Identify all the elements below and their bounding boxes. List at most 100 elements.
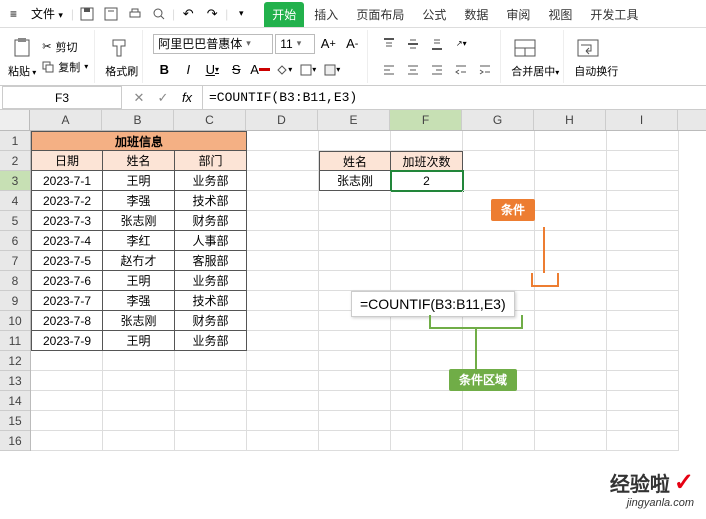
cell[interactable]: 财务部 [175,311,247,331]
cell[interactable] [247,371,319,391]
cell[interactable] [535,311,607,331]
cell-grid[interactable]: 加班信息 日期 姓名 部门 姓名 加班次数 2023-7-1 王明 业务部 张志… [31,131,679,451]
tab-view[interactable]: 视图 [540,2,580,27]
app-menu-btn[interactable]: ≡ [4,4,23,24]
cell[interactable] [31,411,103,431]
tab-data[interactable]: 数据 [456,2,496,27]
cell[interactable] [607,331,679,351]
cell[interactable] [535,191,607,211]
cell[interactable] [535,211,607,231]
cell[interactable]: 王明 [103,171,175,191]
print-icon[interactable] [124,3,146,25]
align-bottom-icon[interactable] [426,33,448,55]
align-right-icon[interactable] [426,59,448,81]
col-header[interactable]: D [246,110,318,130]
col-header[interactable]: F [390,110,462,130]
cut-button[interactable]: ✂剪切 [40,38,90,56]
cell[interactable]: 2023-7-4 [31,231,103,251]
tab-home[interactable]: 开始 [264,2,304,27]
strike-button[interactable]: S [225,59,247,81]
cell[interactable] [535,331,607,351]
cell[interactable] [247,231,319,251]
cell[interactable] [247,311,319,331]
row-header[interactable]: 10 [0,311,30,331]
cell[interactable] [463,231,535,251]
increase-font-icon[interactable]: A+ [317,33,339,55]
cell[interactable] [391,131,463,151]
cell[interactable] [247,431,319,451]
cell[interactable]: 2023-7-2 [31,191,103,211]
indent-increase-icon[interactable] [474,59,496,81]
border-button[interactable]: ▾ [297,59,319,81]
cell[interactable] [247,191,319,211]
col-header-name[interactable]: 姓名 [103,151,175,171]
tab-dev[interactable]: 开发工具 [582,2,646,27]
cell[interactable] [31,431,103,451]
cell[interactable] [463,411,535,431]
cell[interactable] [391,351,463,371]
col-header[interactable]: B [102,110,174,130]
cell[interactable] [247,351,319,371]
summary-name-val[interactable]: 张志刚 [319,171,391,191]
bold-button[interactable]: B [153,59,175,81]
cell[interactable] [607,191,679,211]
cell[interactable] [607,171,679,191]
cell[interactable] [319,271,391,291]
cell[interactable] [607,311,679,331]
cell[interactable] [103,431,175,451]
cell[interactable] [535,351,607,371]
col-header-dept[interactable]: 部门 [175,151,247,171]
cell[interactable] [31,371,103,391]
cell[interactable] [175,411,247,431]
cell[interactable]: 2023-7-3 [31,211,103,231]
cell[interactable] [463,151,535,171]
cell[interactable] [247,131,319,151]
cell[interactable] [247,211,319,231]
cell[interactable] [319,131,391,151]
cell[interactable] [391,411,463,431]
cell[interactable] [319,371,391,391]
undo-icon[interactable]: ↶ [177,3,199,25]
font-name-combo[interactable]: 阿里巴巴普惠体▾ [153,34,273,54]
cell[interactable] [247,411,319,431]
cell[interactable] [391,331,463,351]
cell[interactable] [319,411,391,431]
cell[interactable] [391,231,463,251]
cell[interactable] [535,391,607,411]
cell[interactable] [463,331,535,351]
cell[interactable] [247,331,319,351]
cell[interactable] [535,371,607,391]
cell[interactable]: 2023-7-5 [31,251,103,271]
cell[interactable] [535,231,607,251]
cell[interactable]: 2023-7-8 [31,311,103,331]
cell[interactable] [535,431,607,451]
accept-icon[interactable]: ✓ [152,87,174,109]
row-header[interactable]: 15 [0,411,30,431]
row-header[interactable]: 5 [0,211,30,231]
cell[interactable] [247,291,319,311]
row-header[interactable]: 11 [0,331,30,351]
cell[interactable]: 李强 [103,191,175,211]
cell[interactable] [391,251,463,271]
cell-style-button[interactable]: ▾ [321,59,343,81]
row-header[interactable]: 3 [0,171,30,191]
cell[interactable] [247,271,319,291]
cancel-icon[interactable]: ✕ [128,87,150,109]
cell[interactable] [607,391,679,411]
cell[interactable] [463,431,535,451]
cell[interactable] [391,431,463,451]
cell[interactable] [607,251,679,271]
cell[interactable] [463,271,535,291]
redo-icon[interactable]: ↷ [201,3,223,25]
col-header[interactable]: A [30,110,102,130]
indent-decrease-icon[interactable] [450,59,472,81]
cell[interactable] [103,391,175,411]
cell[interactable]: 2023-7-7 [31,291,103,311]
font-color-button[interactable]: A [249,59,271,81]
cell[interactable] [31,391,103,411]
row-header[interactable]: 6 [0,231,30,251]
cell[interactable] [31,351,103,371]
cell[interactable] [319,391,391,411]
cell[interactable]: 王明 [103,331,175,351]
cell[interactable]: 财务部 [175,211,247,231]
